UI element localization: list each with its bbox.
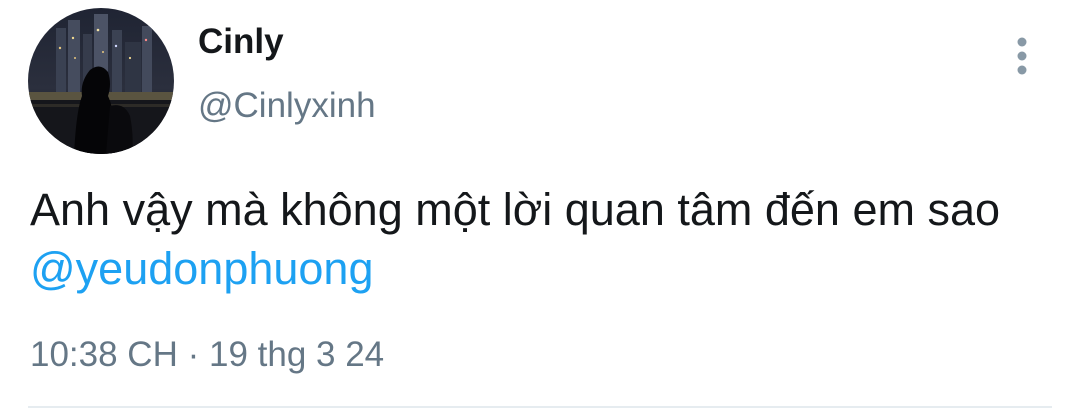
more-options-button[interactable] [1000, 30, 1044, 82]
tweet-time: 10:38 CH [30, 335, 178, 374]
tweet-card: Cinly @Cinlyxinh Anh vậy mà không một lờ… [0, 0, 1080, 412]
user-handle[interactable]: @Cinlyxinh [198, 84, 376, 128]
avatar[interactable] [28, 8, 174, 154]
tweet-timestamp: 10:38 CH · 19 thg 3 24 [30, 332, 384, 378]
display-name[interactable]: Cinly [198, 20, 284, 64]
more-vertical-icon [1017, 37, 1027, 75]
tweet-body: Anh vậy mà không một lời quan tâm đến em… [30, 184, 1001, 235]
tweet-text: Anh vậy mà không một lời quan tâm đến em… [30, 180, 1050, 298]
divider [28, 406, 1052, 408]
tweet-date: 19 thg 3 24 [208, 335, 385, 374]
mention-link[interactable]: @yeudonphuong [30, 243, 373, 294]
meta-separator: · [177, 335, 209, 374]
